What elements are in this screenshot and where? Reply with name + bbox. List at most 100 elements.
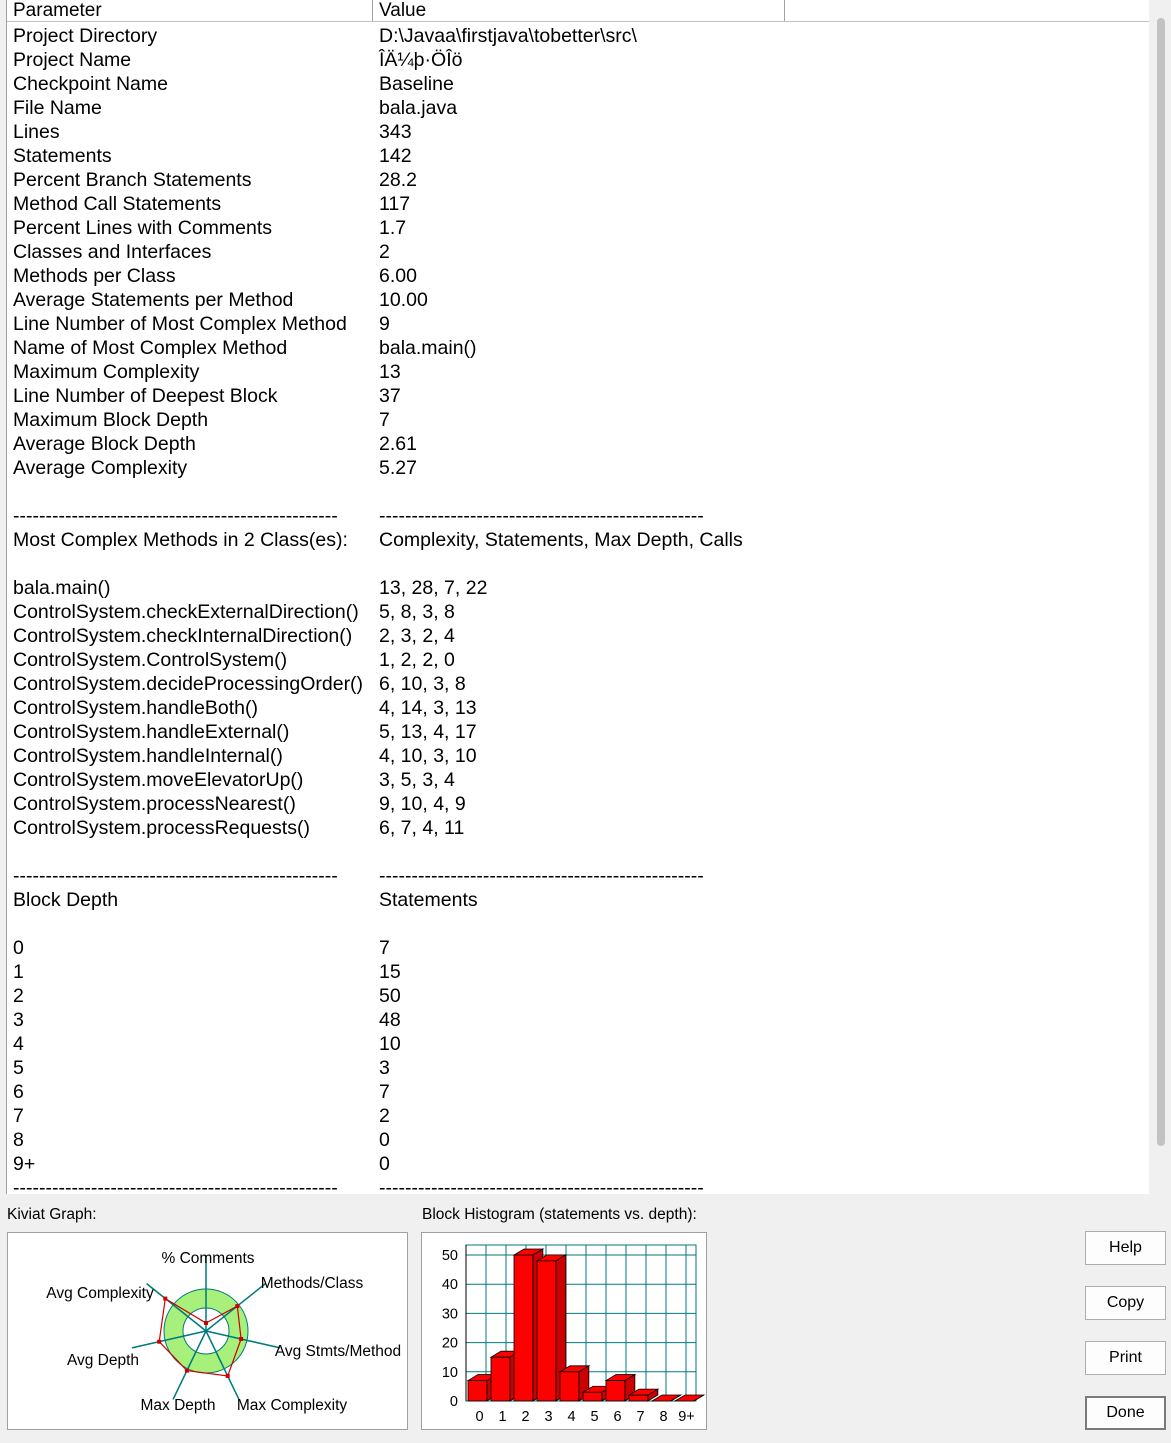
kiviat-point — [163, 1296, 168, 1301]
row-value: 2.61 — [379, 433, 417, 455]
kiviat-axis-label: Max Depth — [141, 1397, 216, 1414]
row-parameter: ControlSystem.processNearest() — [13, 793, 296, 815]
histogram-bar-front — [467, 1380, 488, 1402]
histogram-bar-front — [513, 1254, 534, 1402]
kiviat-point — [184, 1368, 189, 1373]
histogram-x-tick: 4 — [567, 1409, 575, 1425]
histogram-svg: 504030201000 1 2 3 4 5 6 7 8 9+ — [442, 1244, 706, 1425]
row-value: 13 — [379, 361, 401, 383]
histogram-y-tick: 0 — [450, 1394, 458, 1410]
row-parameter: Method Call Statements — [13, 193, 222, 215]
row-value: 117 — [379, 193, 411, 215]
row-value: 5, 13, 4, 17 — [379, 721, 477, 743]
histogram-x-tick: 7 — [636, 1409, 644, 1425]
header-parameter[interactable]: Parameter — [7, 0, 373, 21]
row-value: 50 — [379, 985, 401, 1007]
row-parameter: 3 — [13, 1009, 24, 1031]
row-value: 6.00 — [379, 265, 417, 287]
row-value: 142 — [379, 145, 412, 167]
row-parameter: Methods per Class — [13, 265, 176, 287]
row-value: 37 — [379, 385, 401, 407]
histogram-label: Block Histogram (statements vs. depth): — [422, 1206, 697, 1223]
row-parameter: Percent Lines with Comments — [13, 217, 273, 239]
histogram-x-tick: 1 — [498, 1409, 506, 1425]
row-value: bala.java — [379, 97, 458, 119]
row-parameter: Name of Most Complex Method — [13, 337, 288, 359]
copy-button[interactable]: Copy — [1085, 1286, 1166, 1320]
row-parameter: ControlSystem.handleBoth() — [13, 697, 258, 719]
row-value: 6, 7, 4, 11 — [379, 817, 465, 839]
block-histogram: 50 40 30 20 10 0 0 1 2 3 4 5 6 7 8 9+ — [421, 1232, 707, 1430]
kiviat-axis-label: Avg Complexity — [46, 1285, 154, 1302]
row-value: 0 — [379, 1153, 390, 1175]
histogram-y-tick: 40 — [442, 1277, 458, 1293]
row-value: ----------------------------------------… — [379, 505, 704, 527]
kiviat-axis-label: Methods/Class — [261, 1275, 364, 1292]
row-parameter: Line Number of Deepest Block — [13, 385, 278, 407]
row-parameter: Classes and Interfaces — [13, 241, 212, 263]
metrics-table[interactable]: Parameter Value Project Directory D:\Java… — [6, 0, 1149, 1194]
row-parameter: Average Complexity — [13, 457, 188, 479]
kiviat-axis-label: Avg Depth — [67, 1352, 139, 1369]
histogram-x-tick: 2 — [521, 1409, 529, 1425]
row-parameter: ControlSystem.checkInternalDirection() — [13, 625, 353, 647]
row-parameter: bala.main() — [13, 577, 111, 599]
row-parameter: Maximum Complexity — [13, 361, 200, 383]
print-button[interactable]: Print — [1085, 1341, 1166, 1375]
row-value: 4, 14, 3, 13 — [379, 697, 477, 719]
vertical-scrollbar[interactable] — [1149, 0, 1171, 1194]
row-parameter: Checkpoint Name — [13, 73, 168, 95]
row-parameter: 2 — [13, 985, 24, 1007]
row-value: 2 — [379, 1105, 390, 1127]
row-value: D:\Javaa\firstjava\tobetter\src\ — [379, 25, 637, 47]
row-value: 48 — [379, 1009, 401, 1031]
header-value[interactable]: Value — [373, 0, 785, 21]
row-parameter: 7 — [13, 1105, 24, 1127]
histogram-y-tick: 50 — [442, 1248, 458, 1264]
row-value: 1.7 — [379, 217, 407, 239]
row-value: 7 — [379, 1081, 390, 1103]
histogram-bar-front — [605, 1380, 626, 1402]
row-value: Baseline — [379, 73, 454, 95]
row-parameter: ControlSystem.ControlSystem() — [13, 649, 288, 671]
row-parameter: Statements — [13, 145, 112, 167]
row-value: ÎÄ¼þ·ÖÎö — [379, 49, 463, 71]
histogram-y-tick: 10 — [442, 1365, 458, 1381]
row-parameter: Project Name — [13, 49, 132, 71]
row-value: 9, 10, 4, 9 — [379, 793, 466, 815]
row-value: 5.27 — [379, 457, 417, 479]
row-parameter: 6 — [13, 1081, 24, 1103]
kiviat-point — [235, 1304, 240, 1309]
kiviat-axis-label: Avg Stmts/Method — [275, 1343, 401, 1360]
row-parameter: ----------------------------------------… — [13, 1177, 338, 1194]
row-value: 343 — [379, 121, 412, 143]
row-value: 10.00 — [379, 289, 428, 311]
row-parameter: ControlSystem.processRequests() — [13, 817, 310, 839]
row-value: 7 — [379, 409, 390, 431]
row-parameter: ----------------------------------------… — [13, 505, 338, 527]
row-value: 5, 8, 3, 8 — [379, 601, 455, 623]
histogram-x-tick: 9+ — [678, 1409, 695, 1425]
help-button[interactable]: Help — [1085, 1231, 1166, 1265]
histogram-bar-front — [536, 1260, 557, 1402]
row-value: 28.2 — [379, 169, 417, 191]
kiviat-svg: % Comments Methods/Class Avg Stmts/Method M… — [46, 1250, 401, 1414]
kiviat-point — [239, 1337, 244, 1341]
row-parameter: ControlSystem.checkExternalDirection() — [13, 601, 359, 623]
row-parameter: Most Complex Methods in 2 Class(es): — [13, 529, 348, 551]
row-parameter: ControlSystem.moveElevatorUp() — [13, 769, 304, 791]
row-parameter: Percent Branch Statements — [13, 169, 252, 191]
row-value: 4, 10, 3, 10 — [379, 745, 477, 767]
row-parameter: Average Statements per Method — [13, 289, 294, 311]
done-button[interactable]: Done — [1085, 1396, 1166, 1430]
histogram-bar-front — [559, 1371, 580, 1402]
histogram-x-tick: 3 — [544, 1409, 552, 1425]
row-parameter: 0 — [13, 937, 24, 959]
histogram-x-tick: 8 — [659, 1409, 667, 1425]
row-parameter: File Name — [13, 97, 102, 119]
row-parameter: ControlSystem.handleInternal() — [13, 745, 283, 767]
histogram-bar-front — [628, 1394, 649, 1402]
row-value: Statements — [379, 889, 478, 911]
scrollbar-thumb[interactable] — [1157, 18, 1165, 1146]
row-parameter: 1 — [13, 961, 24, 983]
